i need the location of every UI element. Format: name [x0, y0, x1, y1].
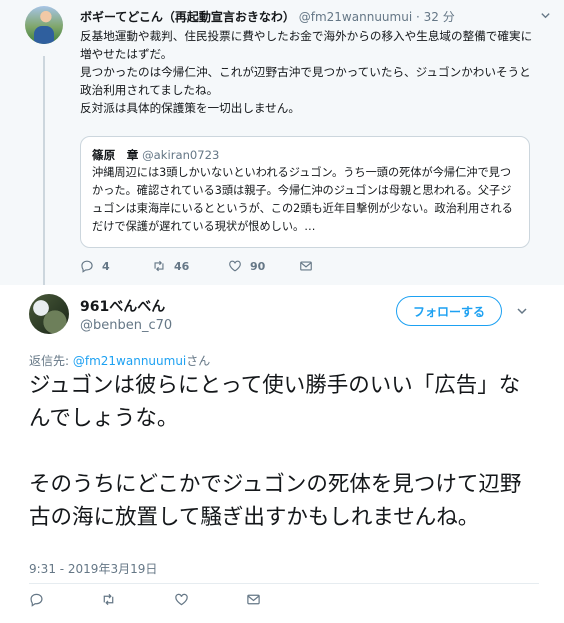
main-handle[interactable]: @benben_c70 [80, 318, 172, 333]
separator-dot: · [415, 10, 420, 24]
like-count: 90 [250, 259, 266, 273]
reply-to-suffix: さん [186, 354, 211, 368]
main-tweet-text: ジュゴンは彼らにとって使い勝手のいい「広告」なんでしょうな。 そのうちにどこかで… [29, 369, 539, 534]
envelope-icon [246, 592, 261, 607]
avatar[interactable] [25, 6, 63, 44]
main-timestamp[interactable]: 9:31 - 2019年3月19日 [29, 560, 157, 577]
message-button[interactable] [299, 257, 313, 275]
reply-to-prefix: 返信先: [29, 354, 73, 368]
reply-icon [80, 259, 94, 273]
quoted-tweet-text: 沖縄周辺には3頭しかいないといわれるジュゴン。うち一頭の死体が今帰仁沖で見つかっ… [92, 166, 513, 233]
parent-tweet-text: 反基地運動や裁判、住民投票に費やしたお金で海外からの移入や生息域の整備で確実に増… [80, 27, 540, 117]
chevron-down-icon[interactable] [516, 305, 528, 320]
chevron-down-icon[interactable] [540, 10, 551, 24]
main-text-paragraph: そのうちにどこかでジュゴンの死体を見つけて辺野古の海に放置して騒ぎ出すかもしれま… [29, 472, 522, 530]
follow-button[interactable]: フォローする [396, 296, 502, 326]
parent-tweet[interactable]: ボギーてどこん（再起動宣言おきなわ） @fm21wannuumui · 32 分… [0, 0, 564, 285]
retweet-count: 46 [174, 259, 190, 273]
parent-text-line: 見つかったのは今帰仁沖、これが辺野古沖で見つかっていたら、ジュゴンかわいそうと政… [80, 65, 531, 97]
envelope-icon [299, 259, 313, 273]
like-button[interactable]: 90 [228, 257, 265, 275]
heart-icon [174, 592, 189, 607]
avatar[interactable] [29, 294, 69, 334]
main-action-bar [29, 590, 329, 608]
parent-tweet-header: ボギーてどこん（再起動宣言おきなわ） @fm21wannuumui · 32 分 [80, 8, 455, 25]
avatar-figure [34, 26, 54, 44]
retweet-icon [152, 259, 166, 273]
reply-button[interactable] [29, 590, 44, 608]
heart-icon [228, 259, 242, 273]
reply-count: 4 [102, 259, 110, 273]
parent-text-line: 反対派は具体的保護策を一切出しません。 [80, 101, 300, 115]
reply-context: 返信先: @fm21wannuumuiさん [29, 352, 210, 369]
quoted-display-name: 篠原 章 [92, 148, 139, 162]
main-text-paragraph: ジュゴンは彼らにとって使い勝手のいい「広告」なんでしょうな。 [29, 373, 521, 431]
retweet-button[interactable]: 46 [152, 257, 189, 275]
parent-text-line: 反基地運動や裁判、住民投票に費やしたお金で海外からの移入や生息域の整備で確実に増… [80, 29, 533, 61]
message-button[interactable] [246, 590, 261, 608]
thread-connector-line [43, 56, 45, 285]
parent-display-name[interactable]: ボギーてどこん（再起動宣言おきなわ） [80, 10, 295, 24]
main-display-name[interactable]: 961べんべん [80, 296, 165, 316]
quoted-handle: @akiran0723 [142, 148, 220, 162]
like-button[interactable] [174, 590, 189, 608]
reply-icon [29, 592, 44, 607]
retweet-button[interactable] [101, 590, 116, 608]
parent-action-bar: 4 46 90 [80, 257, 400, 275]
divider [29, 583, 539, 584]
reply-button[interactable]: 4 [80, 257, 110, 275]
retweet-icon [101, 592, 116, 607]
quoted-tweet-header: 篠原 章 @akiran0723 [92, 147, 219, 163]
parent-timestamp[interactable]: 32 分 [424, 10, 455, 24]
quoted-tweet[interactable]: 篠原 章 @akiran0723 沖縄周辺には3頭しかいないといわれるジュゴン。… [80, 136, 530, 248]
parent-handle[interactable]: @fm21wannuumui [299, 10, 412, 24]
reply-to-mention[interactable]: @fm21wannuumui [73, 354, 186, 368]
